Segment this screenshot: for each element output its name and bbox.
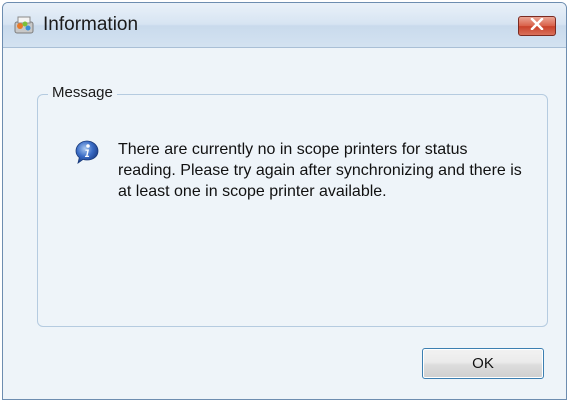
- dialog-client-area: Message There are currently no in scope …: [3, 48, 566, 399]
- message-group-label: Message: [48, 84, 117, 101]
- message-text: There are currently no in scope printers…: [118, 141, 522, 200]
- ok-button[interactable]: OK: [422, 348, 544, 379]
- close-icon: [530, 17, 544, 35]
- application-icon: [12, 14, 36, 36]
- information-icon: [74, 139, 100, 165]
- information-dialog: Information Message There are currently …: [2, 2, 567, 400]
- title-bar[interactable]: Information: [3, 3, 566, 48]
- message-group: Message There are currently no in scope …: [37, 84, 548, 327]
- close-button[interactable]: [518, 16, 556, 36]
- window-title: Information: [43, 14, 139, 35]
